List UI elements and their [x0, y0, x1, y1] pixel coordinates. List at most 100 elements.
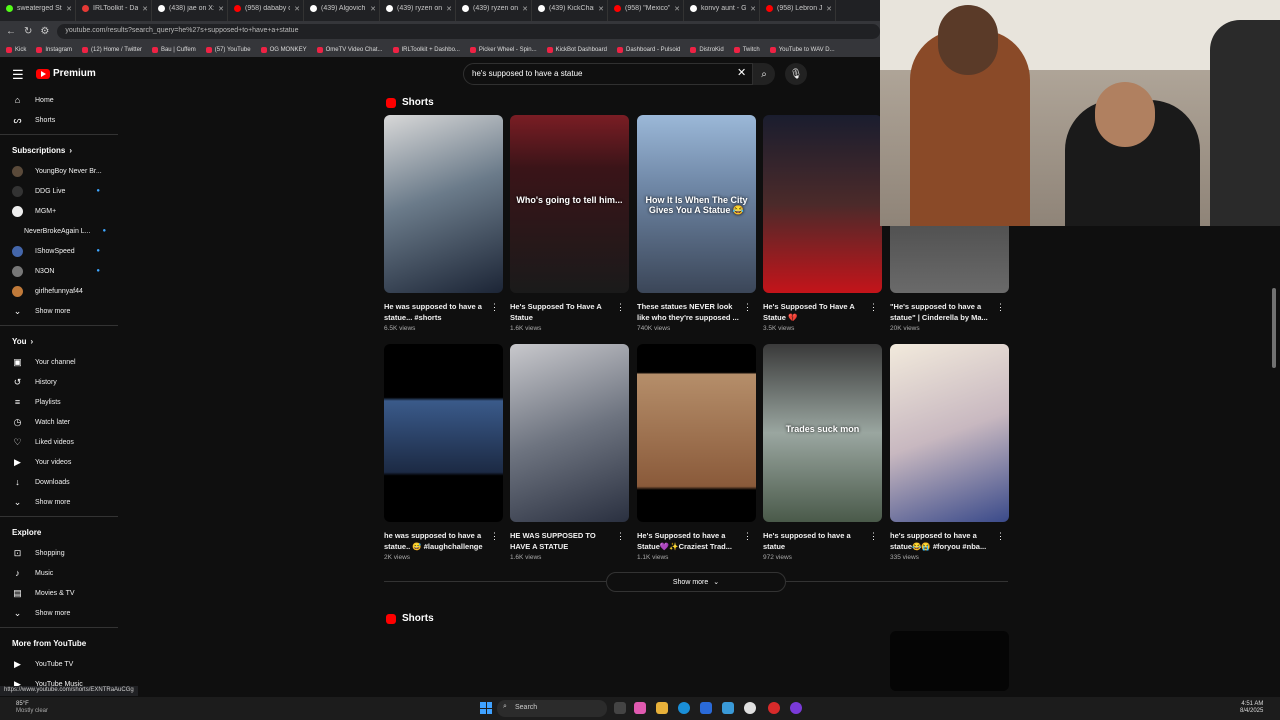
sidebar-item[interactable]: ≡ Playlists [0, 392, 118, 412]
short-thumbnail[interactable]: Trades suck mon [763, 344, 882, 522]
bookmark-item[interactable]: Kick [6, 46, 26, 53]
short-thumbnail[interactable] [763, 115, 882, 293]
bookmark-item[interactable]: Dashboard - Pulsoid [616, 46, 680, 53]
system-clock[interactable]: 4:51 AM 8/4/2025 [1240, 701, 1263, 715]
sidebar-item[interactable]: ▤ Movies & TV [0, 583, 118, 603]
sidebar-item[interactable]: ♪ Music [0, 563, 118, 583]
site-info-icon[interactable]: ⚙ [40, 26, 49, 37]
short-title[interactable]: He was supposed to have a statue... #sho… [384, 301, 503, 323]
short-thumbnail[interactable] [384, 344, 503, 522]
close-icon[interactable]: ✕ [598, 5, 604, 13]
sidebar-item[interactable]: ⊡ Shopping [0, 543, 118, 563]
sidebar-show-more[interactable]: ⌄ Show more [0, 603, 118, 623]
bookmark-item[interactable]: (57) YouTube [205, 46, 251, 53]
search-button[interactable]: ⌕ [753, 63, 775, 85]
search-input[interactable]: he's supposed to have a statue [463, 63, 753, 85]
sidebar-item[interactable]: ▶ YouTube TV [0, 654, 118, 674]
more-actions-icon[interactable]: ⋮ [869, 531, 878, 542]
close-icon[interactable]: ✕ [750, 5, 756, 13]
short-card[interactable]: Who's going to tell him... He's Supposed … [510, 115, 629, 332]
more-from-youtube-heading[interactable]: More from YouTube [0, 632, 118, 654]
windows-start-icon[interactable] [480, 702, 492, 714]
sidebar-item[interactable]: ▣ Your channel [0, 352, 118, 372]
close-icon[interactable]: ✕ [446, 5, 452, 13]
reload-icon[interactable]: ↻ [24, 26, 32, 37]
youtube-premium-logo[interactable]: Premium [36, 68, 96, 79]
short-thumbnail[interactable] [890, 631, 1009, 691]
bookmark-item[interactable]: DistroKid [690, 46, 724, 53]
chrome-icon[interactable] [744, 702, 756, 714]
sidebar-item[interactable]: YoungBoy Never Br... [0, 161, 118, 181]
app-icon[interactable] [790, 702, 802, 714]
you-heading[interactable]: You › [0, 330, 118, 352]
close-icon[interactable]: ✕ [66, 5, 72, 13]
close-icon[interactable]: ✕ [674, 5, 680, 13]
store-icon[interactable] [700, 702, 712, 714]
sidebar-item[interactable]: ♡ Liked videos [0, 432, 118, 452]
sidebar-item[interactable]: ↺ History [0, 372, 118, 392]
browser-tab[interactable]: (438) jae on X: ✕ [152, 0, 228, 21]
bookmark-item[interactable]: IRLToolkit + Dashbo... [392, 46, 460, 53]
sidebar-item[interactable]: ⌂ Home [0, 90, 118, 110]
browser-tab[interactable]: (439) KickCham ✕ [532, 0, 608, 21]
taskbar-search[interactable]: ⌕ Search [497, 700, 607, 717]
close-icon[interactable]: ✕ [826, 5, 832, 13]
weather-widget[interactable]: 85°F Mostly clear [16, 701, 48, 715]
more-actions-icon[interactable]: ⋮ [869, 302, 878, 313]
bookmark-item[interactable]: Bau | Cuffem [151, 46, 196, 53]
browser-tab[interactable]: (958) Lebron Ja ✕ [760, 0, 836, 21]
short-title[interactable]: HE WAS SUPPOSED TO HAVE A STATUE [510, 530, 629, 552]
app-icon[interactable] [768, 702, 780, 714]
short-title[interactable]: He's supposed to have a statue [763, 530, 882, 552]
short-thumbnail[interactable] [637, 344, 756, 522]
short-title[interactable]: He's Supposed to have a Statue💜✨Craziest… [637, 530, 756, 552]
short-title[interactable]: These statues NEVER look like who they'r… [637, 301, 756, 323]
short-card[interactable]: Trades suck mon He's supposed to have a s… [763, 344, 882, 561]
bookmark-item[interactable]: KickBot Dashboard [546, 46, 607, 53]
address-bar[interactable]: youtube.com/results?search_query=he%27s+… [57, 24, 880, 39]
task-view-icon[interactable] [614, 702, 626, 714]
browser-tab[interactable]: (958) dababy o ✕ [228, 0, 304, 21]
browser-tab[interactable]: (439) ryzen on ✕ [380, 0, 456, 21]
more-actions-icon[interactable]: ⋮ [743, 302, 752, 313]
edge-icon[interactable] [678, 702, 690, 714]
sidebar-item[interactable]: girlhefunnyaf44 [0, 281, 118, 301]
browser-tab[interactable]: (439) ryzen on ✕ [456, 0, 532, 21]
explore-heading[interactable]: Explore [0, 521, 118, 543]
short-thumbnail[interactable]: Who's going to tell him... [510, 115, 629, 293]
more-actions-icon[interactable]: ⋮ [490, 531, 499, 542]
short-title[interactable]: He's Supposed To Have A Statue 💔 [763, 301, 882, 323]
bookmark-item[interactable]: OG MONKEY [260, 46, 307, 53]
sidebar-item[interactable]: ◷ Watch later [0, 412, 118, 432]
short-title[interactable]: He's Supposed To Have A Statue [510, 301, 629, 323]
bookmark-item[interactable]: OmeTV Video Chat... [316, 46, 383, 53]
short-thumbnail[interactable]: How It Is When The City Gives You A Stat… [637, 115, 756, 293]
sidebar-show-more[interactable]: ⌄ Show more [0, 301, 118, 321]
browser-tab[interactable]: konvy aunt - G ✕ [684, 0, 760, 21]
sidebar-item[interactable]: ᔕ Shorts [0, 110, 118, 130]
short-card[interactable]: He was supposed to have a statue... #sho… [384, 115, 503, 332]
clear-search-icon[interactable]: ✕ [737, 66, 746, 79]
short-title[interactable]: he was supposed to have a statue.. 😅 #la… [384, 530, 503, 552]
short-card[interactable]: he was supposed to have a statue.. 😅 #la… [384, 344, 503, 561]
back-icon[interactable]: ← [6, 26, 16, 37]
short-title[interactable]: he's supposed to have a statue😂😭 #foryou… [890, 530, 1009, 552]
sidebar-item[interactable]: DDG Live ● [0, 181, 118, 201]
bookmark-item[interactable]: Twitch [733, 46, 760, 53]
bookmark-item[interactable]: (12) Home / Twitter [82, 46, 142, 53]
file-explorer-icon[interactable] [656, 702, 668, 714]
voice-search-button[interactable]: 🎙 [785, 63, 807, 85]
bookmark-item[interactable]: Picker Wheel - Spin... [469, 46, 537, 53]
short-card[interactable]: How It Is When The City Gives You A Stat… [637, 115, 756, 332]
app-icon[interactable] [634, 702, 646, 714]
app-icon[interactable] [722, 702, 734, 714]
browser-tab[interactable]: (439) Algovich ✕ [304, 0, 380, 21]
more-actions-icon[interactable]: ⋮ [743, 531, 752, 542]
short-card[interactable]: he's supposed to have a statue😂😭 #foryou… [890, 344, 1009, 561]
more-actions-icon[interactable]: ⋮ [996, 302, 1005, 313]
close-icon[interactable]: ✕ [218, 5, 224, 13]
bookmark-item[interactable]: YouTube to WAV D... [769, 46, 835, 53]
more-actions-icon[interactable]: ⋮ [490, 302, 499, 313]
more-actions-icon[interactable]: ⋮ [616, 531, 625, 542]
sidebar-item[interactable]: IShowSpeed ● [0, 241, 118, 261]
